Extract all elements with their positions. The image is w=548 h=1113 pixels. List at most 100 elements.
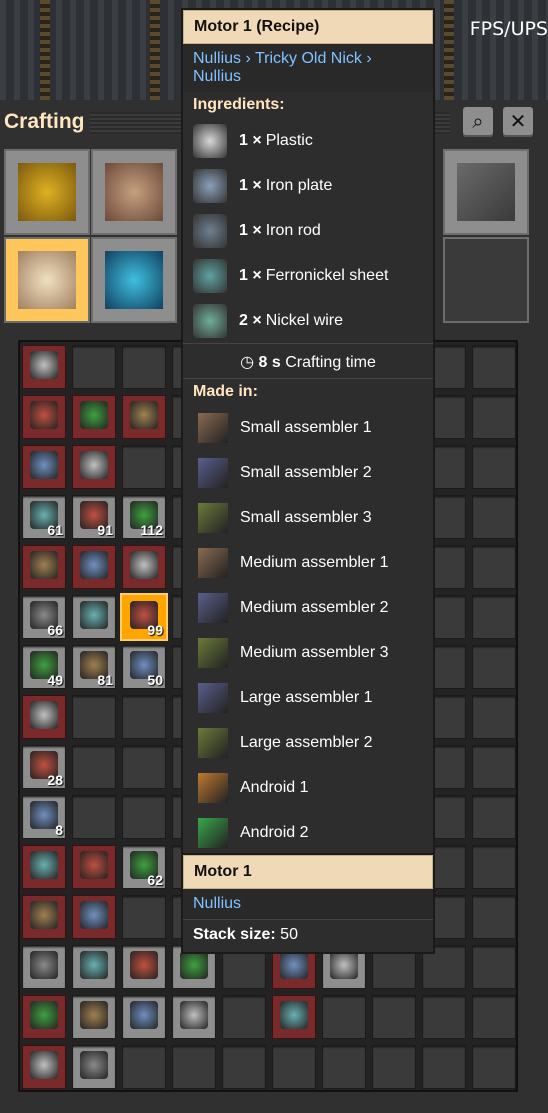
tab-logistics[interactable] [4,149,90,235]
search-button[interactable]: ⌕ [463,107,493,137]
recipe-slot[interactable] [72,545,116,589]
item-icon [80,551,108,579]
recipe-slot[interactable] [22,445,66,489]
recipe-slot[interactable]: 50 [122,645,166,689]
recipe-slot [72,795,116,839]
slot-count: 112 [140,522,163,538]
recipe-slot[interactable]: 81 [72,645,116,689]
recipe-slot[interactable] [22,395,66,439]
item-icon [30,451,58,479]
recipe-slot[interactable]: 49 [22,645,66,689]
recipe-slot [122,745,166,789]
made-in-row: Large assembler 1 [183,675,433,720]
recipe-tooltip: Motor 1 (Recipe) Nullius › Tricky Old Ni… [183,10,433,855]
wall-icon [457,163,515,221]
item-tooltip-title: Motor 1 [183,855,433,889]
recipe-slot[interactable]: 8 [22,795,66,839]
recipe-slot [322,1045,366,1089]
recipe-slot[interactable] [72,1045,116,1089]
plastic-icon [193,123,227,158]
close-icon: ✕ [509,111,527,133]
recipe-slot [122,695,166,739]
recipe-slot[interactable] [122,945,166,989]
recipe-slot[interactable] [72,445,116,489]
item-icon [80,901,108,929]
made-in-header: Made in: [193,383,258,400]
ingredient-row: 1 × Ferronickel sheet [183,253,433,298]
recipe-slot [122,345,166,389]
belt [40,0,50,100]
recipe-slot [122,895,166,939]
recipe-slot[interactable] [22,945,66,989]
recipe-slot[interactable] [272,995,316,1039]
recipe-slot[interactable] [22,345,66,389]
iron-rod-icon [193,213,227,248]
slot-count: 81 [97,672,113,688]
recipe-slot[interactable] [172,995,216,1039]
recipe-slot [372,1045,416,1089]
recipe-slot[interactable] [72,995,116,1039]
recipe-slot[interactable] [122,395,166,439]
item-icon [30,351,58,379]
recipe-slot[interactable] [72,895,116,939]
close-button[interactable]: ✕ [503,107,533,137]
recipe-slot[interactable]: 66 [22,595,66,639]
recipe-slot [472,445,516,489]
recipe-slot[interactable] [22,1045,66,1089]
item-icon [30,401,58,429]
slot-count: 8 [55,822,63,838]
recipe-slot[interactable]: 112 [122,495,166,539]
item-icon [30,701,58,729]
recipe-slot[interactable]: 62 [122,845,166,889]
recipe-slot [372,995,416,1039]
recipe-slot[interactable] [72,845,116,889]
tab-combat[interactable] [443,149,529,235]
item-icon [30,951,58,979]
recipe-slot[interactable]: 91 [72,495,116,539]
recipe-slot [122,1045,166,1089]
assembler-icon [105,163,163,221]
iron-plate-icon [193,168,227,203]
recipe-slot[interactable]: 61 [22,495,66,539]
recipe-breadcrumb: Nullius › Tricky Old Nick › Nullius [183,44,433,92]
recipe-slot[interactable] [22,995,66,1039]
belt [150,0,160,100]
recipe-slot [122,795,166,839]
recipe-slot[interactable] [72,945,116,989]
intermediates-icon [18,251,76,309]
recipe-slot [72,345,116,389]
item-tooltip: Motor 1 Nullius Stack size: 50 [183,855,433,952]
slot-count: 66 [47,622,63,638]
tab-fluids[interactable] [91,237,177,323]
recipe-slot[interactable] [72,395,116,439]
recipe-slot [472,695,516,739]
tab-intermediates[interactable] [4,237,90,323]
recipe-slot[interactable] [22,695,66,739]
recipe-slot [322,995,366,1039]
recipe-slot[interactable] [22,845,66,889]
made-in-row: Small assembler 3 [183,495,433,540]
item-icon [130,401,158,429]
made-in-row: Medium assembler 2 [183,585,433,630]
recipe-slot [472,795,516,839]
recipe-slot[interactable]: 99 [122,595,166,639]
item-icon [30,801,58,829]
recipe-slot[interactable] [122,545,166,589]
recipe-slot[interactable]: 28 [22,745,66,789]
item-icon [30,851,58,879]
fluids-icon [105,251,163,309]
recipe-slot[interactable] [22,895,66,939]
recipe-slot[interactable] [22,545,66,589]
tab-production[interactable] [91,149,177,235]
recipe-slot [72,695,116,739]
recipe-slot[interactable] [72,595,116,639]
stack-size: Stack size: 50 [193,926,298,943]
recipe-slot[interactable] [122,995,166,1039]
medium-assembler-1-icon [198,547,228,578]
clock-icon: ◷ [240,354,255,371]
recipe-slot [472,945,516,989]
recipe-slot [272,1045,316,1089]
recipe-slot [472,995,516,1039]
medium-assembler-2-icon [198,592,228,623]
item-icon [280,951,308,979]
